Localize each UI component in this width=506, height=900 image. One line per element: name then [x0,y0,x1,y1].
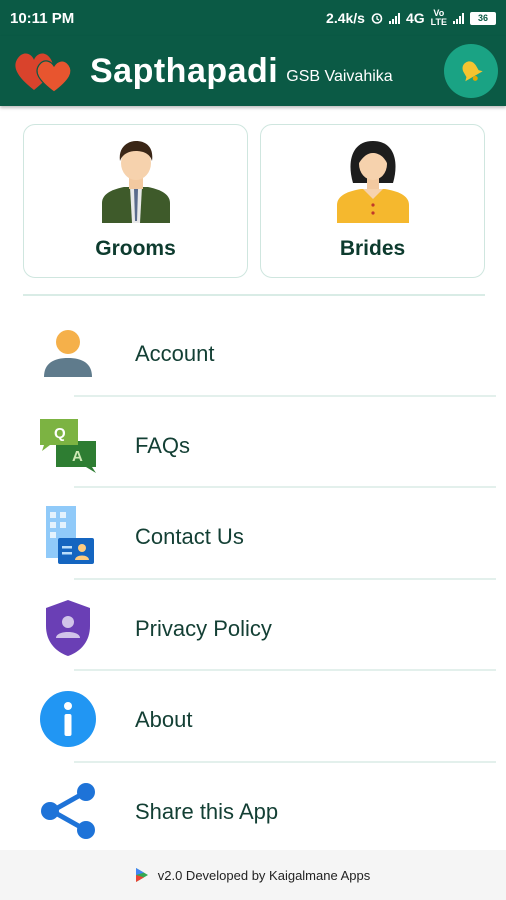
footer-text: v2.0 Developed by Kaigalmane Apps [157,867,371,883]
battery-level: 36 [477,13,488,23]
share-icon [36,779,100,843]
status-bar: 10:11 PM 2.4k/s 4G Vo LTE 36 [0,0,506,36]
menu-label-contact: Contact Us [135,524,244,549]
menu-label-privacy: Privacy Policy [135,615,272,641]
status-right: 2.4k/s 4G Vo LTE 36 [326,9,496,27]
menu-item-share[interactable]: Share this App [0,763,506,855]
account-icon [36,321,100,385]
menu-label-about: About [135,707,193,732]
volte-icon: Vo LTE [430,8,447,27]
footer: v2.0 Developed by Kaigalmane Apps [0,850,506,900]
hearts-logo-icon [12,46,76,96]
grooms-card[interactable]: Grooms [23,124,248,278]
svg-text:Q: Q [54,425,66,442]
signal-icon-2 [453,12,464,24]
menu-item-account[interactable]: Account [0,305,506,397]
contact-icon [36,504,100,568]
menu-label-faqs: FAQs [135,432,191,458]
status-time: 10:11 PM [10,9,75,27]
menu-item-about[interactable]: About [0,671,506,763]
app-subtitle: GSB Vaivahika [286,68,393,85]
menu-list: Account A Q FAQs Contact Us Privacy Poli… [0,305,506,854]
bell-icon [462,61,483,82]
privacy-shield-icon [36,596,100,660]
profile-cards: Grooms Brides [23,124,485,278]
network-type: 4G [405,10,425,26]
menu-item-contact[interactable]: Contact Us [0,488,506,580]
battery-icon: 36 [470,11,496,25]
brides-label: Brides [339,237,406,260]
menu-item-privacy[interactable]: Privacy Policy [0,580,506,671]
grooms-label: Grooms [95,237,176,260]
bride-avatar-icon [336,141,409,223]
menu-item-faqs[interactable]: A Q FAQs [0,397,506,488]
app-title: Sapthapadi [90,51,279,90]
svg-text:A: A [72,448,83,465]
alarm-icon [371,13,383,24]
brides-card[interactable]: Brides [260,124,485,278]
menu-label-share: Share this App [135,798,279,824]
signal-icon [388,12,400,24]
network-speed: 2.4k/s [326,10,365,26]
faq-icon: A Q [36,413,100,477]
divider [23,294,485,296]
notification-button[interactable] [444,44,498,98]
info-icon [36,687,100,751]
menu-label-account: Account [135,341,215,366]
app-bar: Sapthapadi GSB Vaivahika [0,36,506,106]
play-store-icon [135,868,148,882]
groom-avatar-icon [101,141,170,223]
